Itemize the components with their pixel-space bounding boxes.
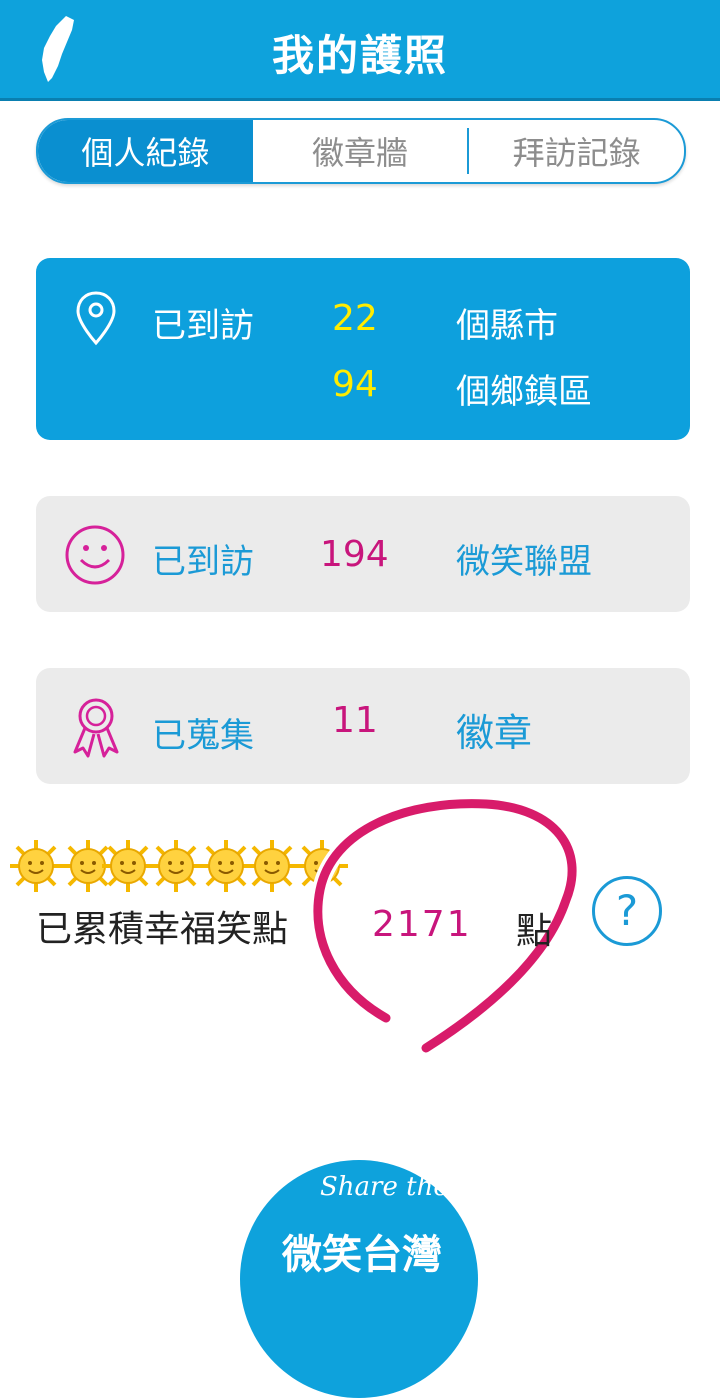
counties-unit: 個縣市 <box>456 306 558 346</box>
smile-face-icon <box>65 525 125 585</box>
tab-personal-record[interactable]: 個人紀錄 <box>38 120 253 182</box>
visits-card: 已到訪 22 個縣市 94 個鄉鎮區 <box>36 258 690 440</box>
page-title: 我的護照 <box>271 31 448 80</box>
logo-slogan: Share the Spirit <box>320 1172 531 1202</box>
points-value: 2171 <box>372 904 472 945</box>
badges-count: 11 <box>332 700 378 741</box>
points-label: 已累積幸福笑點 <box>36 909 289 950</box>
logo-brand-name: 微笑台灣 <box>282 1232 442 1278</box>
points-unit: 點 <box>516 911 553 952</box>
visits-label: 已到訪 <box>152 306 254 346</box>
location-pin-icon <box>76 291 116 346</box>
towns-count: 94 <box>332 364 378 405</box>
help-icon[interactable]: ? <box>592 876 662 946</box>
badges-unit: 徽章 <box>456 711 533 755</box>
counties-count: 22 <box>332 298 378 339</box>
smile-count: 194 <box>320 534 389 575</box>
smile-label: 已到訪 <box>152 542 254 582</box>
header-bar: 我的護照 <box>0 0 720 101</box>
smile-unit: 微笑聯盟 <box>456 542 592 582</box>
award-ribbon-icon <box>73 698 119 758</box>
badges-card[interactable]: 已蒐集 11 徽章 <box>36 668 690 784</box>
towns-unit: 個鄉鎮區 <box>456 372 592 412</box>
tab-bar: 個人紀錄 徽章牆 拜訪記錄 <box>36 118 686 184</box>
tab-visit-records[interactable]: 拜訪記錄 <box>469 120 684 182</box>
badges-label: 已蒐集 <box>152 716 254 756</box>
smile-alliance-card[interactable]: 已到訪 194 微笑聯盟 <box>36 496 690 612</box>
tab-badge-wall[interactable]: 徽章牆 <box>253 120 468 182</box>
